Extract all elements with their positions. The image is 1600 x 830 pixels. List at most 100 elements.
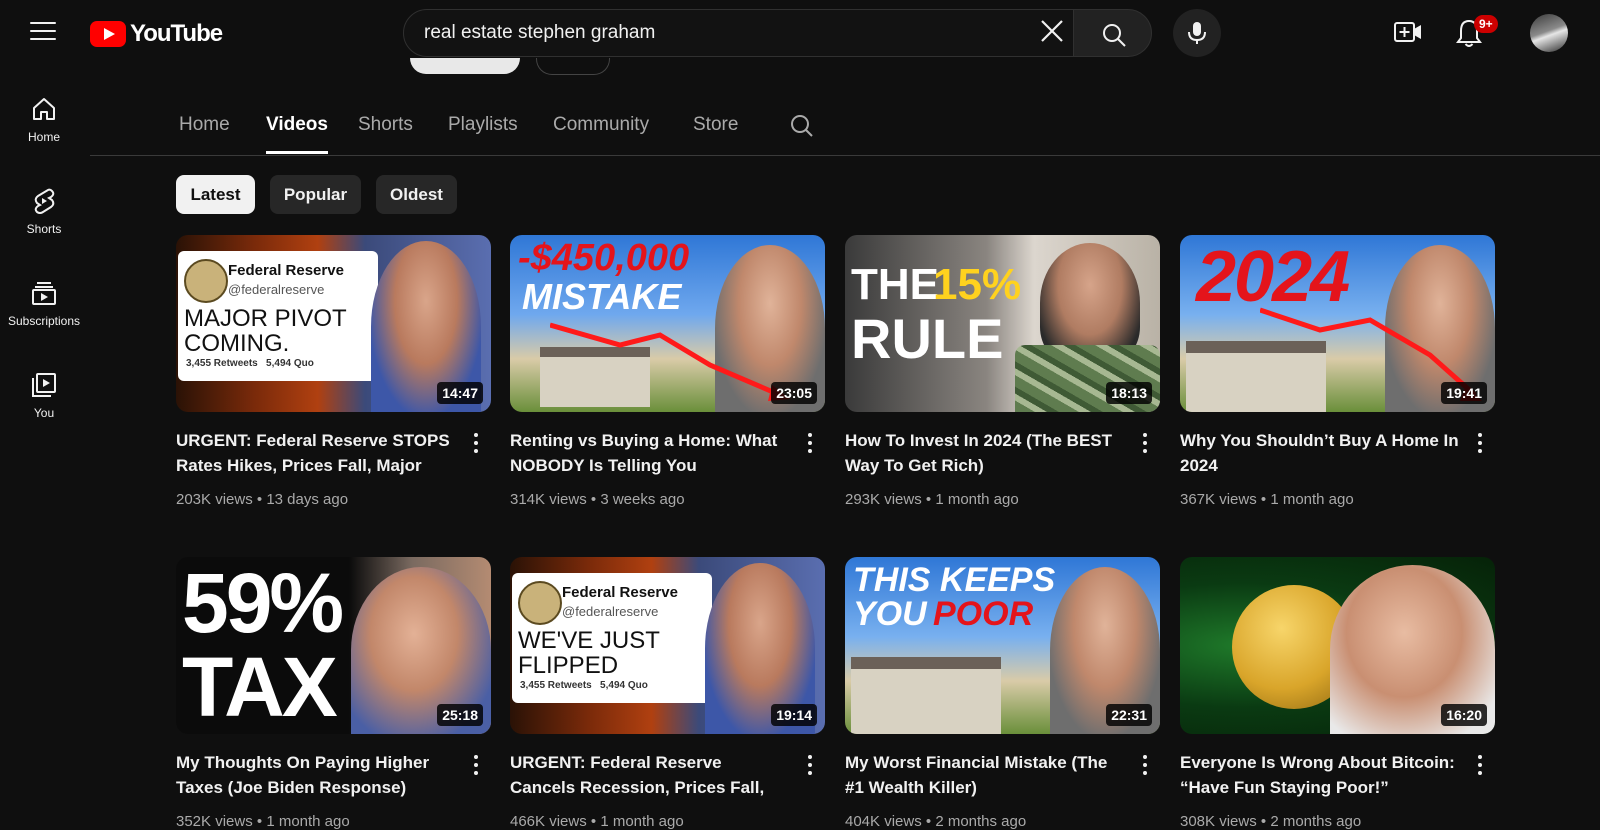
thumb-text: THE [851,260,939,309]
thumb-text: FLIPPED [518,652,619,679]
house-image [851,657,1001,734]
video-title[interactable]: My Thoughts On Paying Higher Taxes (Joe … [176,750,456,800]
thumb-text: -$450,000 [518,237,690,279]
search-icon [1103,24,1126,47]
subscriptions-icon [32,282,56,305]
youtube-logo[interactable]: YouTube [90,20,223,48]
tab-videos[interactable]: Videos [266,114,328,136]
logo-text: YouTube [130,20,223,47]
tab-shorts[interactable]: Shorts [358,114,413,136]
video-card[interactable]: 16:20 Everyone Is Wrong About Bitcoin: “… [1180,557,1495,830]
sidebar-item-you[interactable]: You [0,372,88,420]
more-options-icon[interactable] [474,755,480,779]
sidebar-item-home[interactable]: Home [0,96,88,144]
more-options-icon[interactable] [808,755,814,779]
more-options-icon[interactable] [1478,433,1484,457]
filter-oldest[interactable]: Oldest [376,175,457,214]
thumb-text: 59% [182,557,344,650]
video-card[interactable]: Federal Reserve @federalreserve WE'VE JU… [510,557,825,830]
video-duration: 22:31 [1106,704,1152,726]
video-title[interactable]: Renting vs Buying a Home: What NOBODY Is… [510,428,790,478]
voice-search-button[interactable] [1173,9,1221,57]
thumb-text: 3,455 Retweets 5,494 Quo [186,358,314,369]
video-card[interactable]: 2024 19:41 Why You Shouldn’t Buy A Home … [1180,235,1495,508]
video-card[interactable]: -$450,000 MISTAKE 23:05 Renting vs Buyin… [510,235,825,508]
video-card[interactable]: 59% TAX 25:18 My Thoughts On Paying High… [176,557,491,830]
more-options-icon[interactable] [1143,755,1149,779]
top-bar: YouTube 9+ [0,0,1600,68]
thumb-text: COMING. [184,330,290,357]
tab-community[interactable]: Community [553,114,649,136]
video-title[interactable]: URGENT: Federal Reserve Cancels Recessio… [510,750,790,800]
tab-home[interactable]: Home [179,114,230,136]
video-card[interactable]: THE 15% RULE 18:13 How To Invest In 2024… [845,235,1160,508]
thumb-text: MISTAKE [522,276,682,317]
sidebar-item-subscriptions[interactable]: Subscriptions [0,280,88,328]
video-metadata: 293K views • 1 month ago [845,491,1019,508]
tab-playlists[interactable]: Playlists [448,114,518,136]
video-duration: 19:14 [771,704,817,726]
more-options-icon[interactable] [808,433,814,457]
more-options-icon[interactable] [1143,433,1149,457]
menu-icon[interactable] [30,22,56,42]
thumb-text: @federalreserve [562,604,659,619]
notification-count-badge: 9+ [1474,15,1498,33]
thumb-text: 2024 [1196,237,1350,317]
video-card[interactable]: THIS KEEPS YOU POOR 22:31 My Worst Finan… [845,557,1160,830]
channel-tabs: Home Videos Shorts Playlists Community S… [90,100,1600,156]
account-avatar[interactable] [1530,14,1568,52]
video-metadata: 367K views • 1 month ago [1180,491,1354,508]
search-input[interactable] [424,21,1004,45]
video-duration: 25:18 [437,704,483,726]
video-duration: 23:05 [771,382,817,404]
video-thumbnail[interactable]: -$450,000 MISTAKE 23:05 [510,235,825,412]
hidden-join-button [536,58,610,75]
sidebar-item-shorts[interactable]: Shorts [0,188,88,236]
video-duration: 19:41 [1441,382,1487,404]
video-card[interactable]: Federal Reserve @federalreserve MAJOR PI… [176,235,491,508]
search-button[interactable] [1073,9,1152,57]
thumb-text: YOU [853,595,927,633]
thumb-text: 15% [933,260,1022,309]
thumb-text: Federal Reserve [228,262,344,279]
create-video-icon[interactable] [1394,20,1422,44]
video-title[interactable]: My Worst Financial Mistake (The #1 Wealt… [845,750,1125,800]
shorts-icon [34,188,55,214]
video-age: 1 month ago [935,491,1019,508]
thumb-text: 3,455 Retweets 5,494 Quo [520,680,648,691]
thumb-text: THIS KEEPS [853,561,1056,599]
library-icon [32,373,56,397]
microphone-icon [1188,22,1206,44]
video-thumbnail[interactable]: Federal Reserve @federalreserve WE'VE JU… [510,557,825,734]
thumb-text: Federal Reserve [562,584,678,601]
filter-popular[interactable]: Popular [270,175,361,214]
filter-latest[interactable]: Latest [176,175,255,214]
tab-store[interactable]: Store [693,114,738,136]
federal-reserve-seal-icon [518,581,562,625]
video-views: 314K views [510,491,587,508]
video-thumbnail[interactable]: 16:20 [1180,557,1495,734]
hidden-subscribe-button [410,58,520,74]
thumb-text: WE'VE JUST [518,627,660,654]
thumb-text: @federalreserve [228,282,325,297]
video-thumbnail[interactable]: 59% TAX 25:18 [176,557,491,734]
more-options-icon[interactable] [1478,755,1484,779]
clear-search-icon[interactable] [1038,17,1066,45]
youtube-play-icon [90,21,126,47]
video-thumbnail[interactable]: THE 15% RULE 18:13 [845,235,1160,412]
video-age: 13 days ago [266,491,349,508]
thumb-text: TAX [182,640,338,734]
video-title[interactable]: Everyone Is Wrong About Bitcoin: “Have F… [1180,750,1460,800]
video-duration: 16:20 [1441,704,1487,726]
video-title[interactable]: Why You Shouldn’t Buy A Home In 2024 [1180,428,1460,478]
video-views: 203K views [176,491,253,508]
channel-search-icon[interactable] [790,114,814,138]
video-thumbnail[interactable]: THIS KEEPS YOU POOR 22:31 [845,557,1160,734]
video-thumbnail[interactable]: 2024 19:41 [1180,235,1495,412]
video-title[interactable]: How To Invest In 2024 (The BEST Way To G… [845,428,1125,478]
video-views: 367K views [1180,491,1257,508]
more-options-icon[interactable] [474,433,480,457]
video-duration: 14:47 [437,382,483,404]
video-title[interactable]: URGENT: Federal Reserve STOPS Rates Hike… [176,428,456,478]
video-thumbnail[interactable]: Federal Reserve @federalreserve MAJOR PI… [176,235,491,412]
